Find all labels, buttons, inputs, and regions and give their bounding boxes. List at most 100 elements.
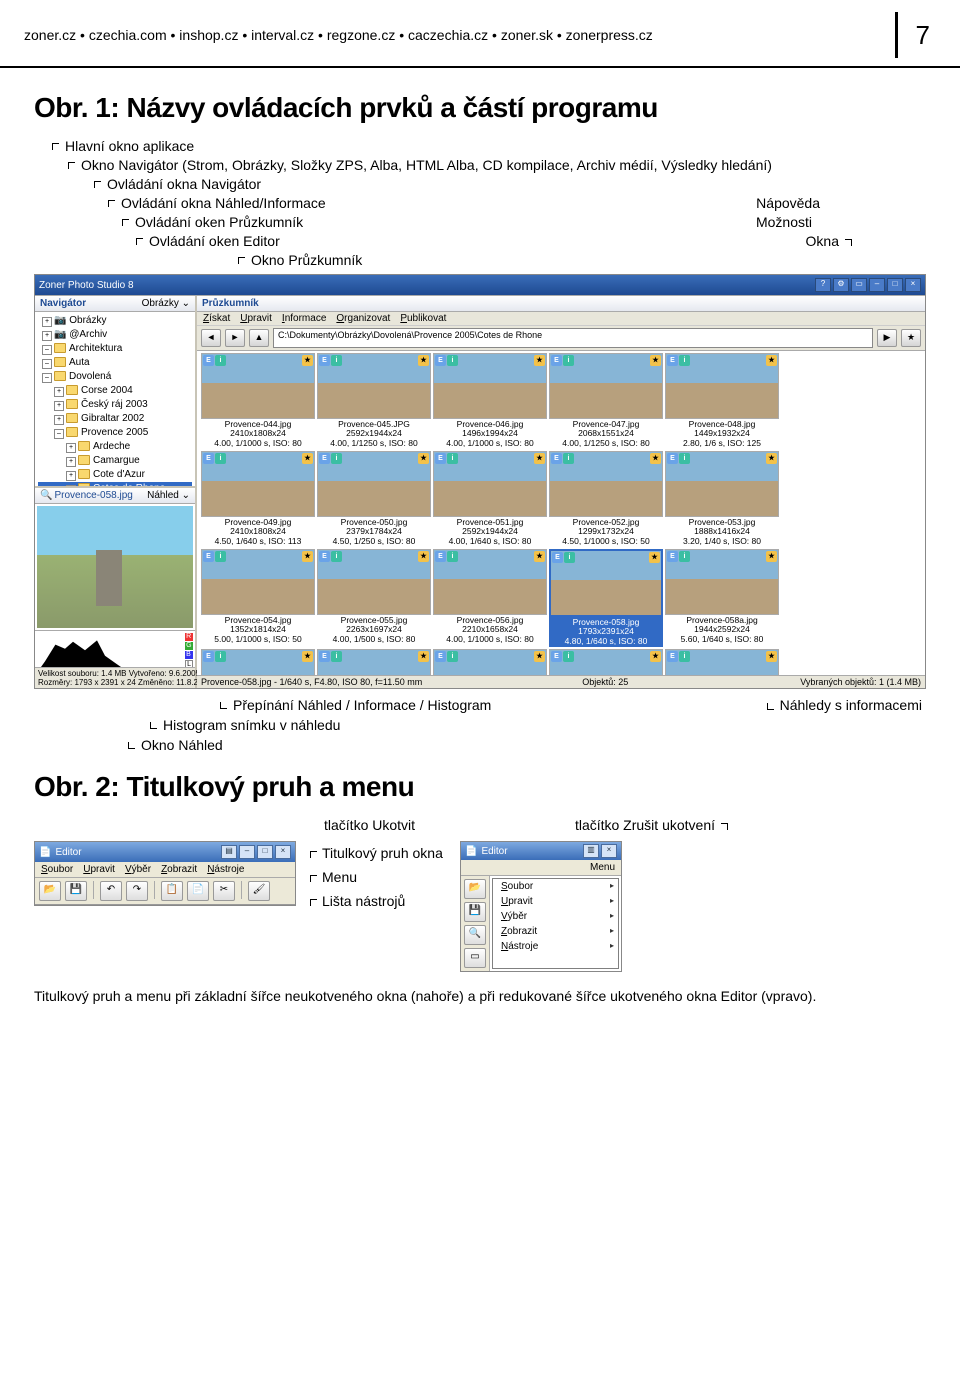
- minimize-icon[interactable]: –: [239, 845, 255, 859]
- label-browser-window: Okno Průzkumník: [251, 252, 362, 268]
- menu-item[interactable]: Upravit: [83, 864, 115, 875]
- tool-icon[interactable]: 🖌: [248, 881, 270, 901]
- paste-icon[interactable]: 📄: [187, 881, 209, 901]
- menu-item[interactable]: Upravit: [240, 313, 272, 324]
- address-bar[interactable]: C:\Dokumenty\Obrázky\Dovolená\Provence 2…: [273, 328, 873, 348]
- tree-item[interactable]: –Provence 2005: [38, 426, 192, 440]
- tree-item[interactable]: +Cote d'Azur: [38, 468, 192, 482]
- editor-toolbar[interactable]: 📂 💾 ↶ ↷ 📋 📄 ✂ 🖌: [35, 878, 295, 905]
- histogram[interactable]: RGBL: [35, 630, 195, 667]
- thumbnail[interactable]: Ei★Provence-055.jpg2263x1697x244.00, 1/5…: [317, 549, 431, 647]
- editor-sm-toolbar[interactable]: 📂 💾 🔍 ▭: [461, 876, 490, 971]
- maximize-icon[interactable]: □: [257, 845, 273, 859]
- close-icon[interactable]: ×: [601, 844, 617, 858]
- browser-menubar[interactable]: Získat Upravit Informace Organizovat Publiko…: [197, 312, 925, 326]
- thumbnail[interactable]: Ei★Provence-046.jpg1496x1994x244.00, 1/1…: [433, 353, 547, 449]
- menu-item[interactable]: Organizovat: [336, 313, 390, 324]
- menu-item[interactable]: Nástroje: [493, 939, 618, 954]
- titlebar[interactable]: Zoner Photo Studio 8 ? ⚙ ▭ – □ ×: [35, 275, 925, 295]
- menu-item[interactable]: Publikovat: [400, 313, 446, 324]
- close-icon[interactable]: ×: [275, 845, 291, 859]
- menu-compact-label[interactable]: Menu: [590, 862, 615, 873]
- save-icon[interactable]: 💾: [464, 902, 486, 922]
- thumbnail[interactable]: Ei★Provence-048.jpg1449x1932x242.80, 1/6…: [665, 353, 779, 449]
- cut-icon[interactable]: ✂: [213, 881, 235, 901]
- figure2-title: Obr. 2: Titulkový pruh a menu: [34, 771, 926, 803]
- save-icon[interactable]: 💾: [65, 881, 87, 901]
- editor-popup-menu[interactable]: SouborUpravitVýběrZobrazitNástroje: [492, 878, 619, 969]
- tree-item[interactable]: +Český ráj 2003: [38, 398, 192, 412]
- maximize-icon[interactable]: □: [887, 278, 903, 292]
- editor-titlebar[interactable]: 📄Editor ▤ – □ ×: [35, 842, 295, 862]
- menu-item[interactable]: Výběr: [493, 909, 618, 924]
- thumbnail[interactable]: Ei★Provence-058a.jpg1944x2592x245.60, 1/…: [665, 549, 779, 647]
- thumbnail[interactable]: Ei★Provence-051.jpg2592x1944x244.00, 1/6…: [433, 451, 547, 547]
- open-icon[interactable]: 📂: [464, 879, 486, 899]
- menu-item[interactable]: Soubor: [41, 864, 73, 875]
- tree-item[interactable]: +Ardeche: [38, 440, 192, 454]
- menu-item[interactable]: Zobrazit: [493, 924, 618, 939]
- open-icon[interactable]: 📂: [39, 881, 61, 901]
- tree-item[interactable]: –Architektura: [38, 342, 192, 356]
- tree-item[interactable]: +Camargue: [38, 454, 192, 468]
- menu-item[interactable]: Nástroje: [207, 864, 244, 875]
- nav-go-icon[interactable]: ▶: [877, 329, 897, 347]
- preview-dropdown[interactable]: Náhled ⌄: [147, 490, 190, 501]
- thumbnail-grid[interactable]: Ei★Provence-044.jpg2410x1808x244.00, 1/1…: [197, 351, 925, 675]
- nav-up-icon[interactable]: ▲: [249, 329, 269, 347]
- thumbnail[interactable]: Ei★Provence-058.jpg1793x2391x244.80, 1/6…: [549, 549, 663, 647]
- navigator-header[interactable]: Navigátor Obrázky ⌄: [35, 296, 195, 312]
- tree-item[interactable]: –Auta: [38, 356, 192, 370]
- menu-item[interactable]: Informace: [282, 313, 326, 324]
- thumbnail[interactable]: Ei★Provence-044.jpg2410x1808x244.00, 1/1…: [201, 353, 315, 449]
- thumbnail[interactable]: Ei★Provence-056.jpg2210x1658x244.00, 1/1…: [433, 549, 547, 647]
- tree-item[interactable]: +Corse 2004: [38, 384, 192, 398]
- options-icon[interactable]: ⚙: [833, 278, 849, 292]
- close-icon[interactable]: ×: [905, 278, 921, 292]
- copy-icon[interactable]: 📋: [161, 881, 183, 901]
- editor-menubar[interactable]: Soubor Upravit Výběr Zobrazit Nástroje: [35, 862, 295, 878]
- editor-sm-titlebar[interactable]: 📄Editor ▥ ×: [461, 842, 621, 860]
- navigator-dropdown[interactable]: Obrázky ⌄: [142, 298, 190, 309]
- nav-back-icon[interactable]: ◄: [201, 329, 221, 347]
- label-undock-button: tlačítko Zrušit ukotvení: [575, 817, 715, 833]
- thumbnail[interactable]: Ei★Provence-059.jpg2404x1803x244.00, 1/6…: [317, 649, 431, 675]
- thumbnail[interactable]: Ei★Provence-053.jpg1888x1416x243.20, 1/4…: [665, 451, 779, 547]
- menu-item[interactable]: Výběr: [125, 864, 151, 875]
- dock-icon[interactable]: ▤: [221, 845, 237, 859]
- thumbnail[interactable]: Ei★Provence-049.jpg2410x1808x244.50, 1/6…: [201, 451, 315, 547]
- tree-item[interactable]: +Gibraltar 2002: [38, 412, 192, 426]
- label-help: Nápověda: [756, 195, 820, 211]
- help-icon[interactable]: ?: [815, 278, 831, 292]
- thumbnail[interactable]: Ei★Provence-054.jpg1352x1814x245.00, 1/1…: [201, 549, 315, 647]
- thumbnail[interactable]: Ei★Provence-060.jpg2025x1519x244.00, 1/8…: [433, 649, 547, 675]
- search-icon[interactable]: 🔍: [464, 925, 486, 945]
- undock-icon[interactable]: ▥: [583, 844, 599, 858]
- undo-icon[interactable]: ↶: [100, 881, 122, 901]
- menu-item[interactable]: Upravit: [493, 894, 618, 909]
- thumbnail[interactable]: Ei★Provence-052.jpg1299x1732x244.50, 1/1…: [549, 451, 663, 547]
- nav-fwd-icon[interactable]: ►: [225, 329, 245, 347]
- browser-header[interactable]: Průzkumník: [202, 298, 259, 309]
- thumbnail[interactable]: Ei★Provence-050.jpg2379x1784x244.50, 1/2…: [317, 451, 431, 547]
- thumbnail[interactable]: Ei★Provence-047.jpg2068x1551x244.00, 1/1…: [549, 353, 663, 449]
- thumbnail[interactable]: Ei★Provence-061.jpg1824x1503x245.60, 1/1…: [549, 649, 663, 675]
- thumbnail[interactable]: Ei★Provence-062.jpg2467x1850x244.00, 1/5…: [665, 649, 779, 675]
- folder-tree[interactable]: +📷 Obrázky+📷 @Archiv–Architektura–Auta–D…: [35, 312, 195, 486]
- tree-item[interactable]: +📷 @Archiv: [38, 328, 192, 342]
- nav-fav-icon[interactable]: ★: [901, 329, 921, 347]
- thumbnail[interactable]: Ei★Provence-045.JPG2592x1944x244.00, 1/1…: [317, 353, 431, 449]
- menu-item[interactable]: Získat: [203, 313, 230, 324]
- redo-icon[interactable]: ↷: [126, 881, 148, 901]
- menu-item[interactable]: Zobrazit: [161, 864, 197, 875]
- navigator-status: Velikost souboru: 1.4 MB Vytvořeno: 9.6.…: [35, 667, 195, 688]
- menu-item[interactable]: Soubor: [493, 879, 618, 894]
- preview-image[interactable]: [37, 506, 193, 628]
- tree-item[interactable]: –Dovolená: [38, 370, 192, 384]
- thumbnail[interactable]: Ei★Provence-058b.jpg2592x1944x245.60, 1/…: [201, 649, 315, 675]
- tree-item[interactable]: +📷 Obrázky: [38, 314, 192, 328]
- tool-icon[interactable]: ▭: [464, 948, 486, 968]
- windows-icon[interactable]: ▭: [851, 278, 867, 292]
- label-switch-preview: Přepínání Náhled / Informace / Histogram: [233, 697, 491, 713]
- minimize-icon[interactable]: –: [869, 278, 885, 292]
